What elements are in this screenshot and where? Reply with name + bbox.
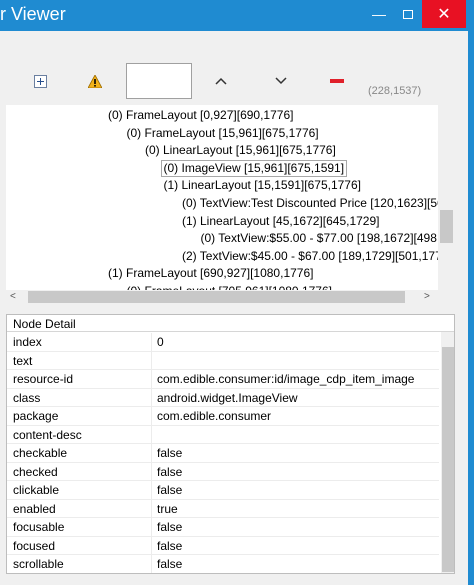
expand-all-button[interactable]: [28, 57, 52, 105]
column-divider: [151, 407, 152, 425]
property-key: index: [13, 335, 42, 349]
property-row[interactable]: content-desc: [7, 425, 439, 444]
column-divider: [151, 351, 152, 369]
property-row[interactable]: checkable false: [7, 444, 439, 463]
property-key: scrollable: [13, 557, 64, 571]
property-row[interactable]: index 0: [7, 333, 439, 352]
tree-vertical-scrollbar[interactable]: [438, 105, 455, 290]
search-field-wrap: [125, 57, 193, 105]
tree-node[interactable]: (1) LinearLayout [15,1591][675,1776]: [164, 177, 361, 194]
property-row[interactable]: package com.edible.consumer: [7, 407, 439, 426]
tree-node[interactable]: (0) LinearLayout [15,961][675,1776]: [145, 142, 336, 159]
tree-node[interactable]: (1) FrameLayout [690,927][1080,1776]: [108, 265, 313, 282]
tree-node[interactable]: (0) ImageView [15,961][675,1591]: [160, 159, 348, 177]
property-key: class: [13, 390, 41, 405]
property-row[interactable]: text: [7, 351, 439, 370]
tree-node[interactable]: (1) LinearLayout [45,1672][645,1729]: [182, 213, 379, 230]
close-button[interactable]: ✕: [422, 0, 466, 28]
property-key: enabled: [13, 501, 56, 516]
property-row[interactable]: enabled true: [7, 499, 439, 518]
close-icon: ✕: [437, 6, 451, 23]
property-value: android.widget.ImageView: [157, 390, 298, 405]
coordinates-readout: (228,1537): [368, 85, 422, 97]
warning-icon: [88, 74, 102, 88]
scroll-left-icon[interactable]: <: [10, 291, 16, 302]
column-divider: [151, 536, 152, 554]
property-value: false: [157, 520, 183, 534]
column-divider: [151, 370, 152, 388]
property-row[interactable]: focusable false: [7, 518, 439, 537]
property-value: 0: [157, 335, 164, 349]
property-key: checked: [13, 464, 58, 479]
maximize-button[interactable]: [394, 0, 422, 28]
property-row[interactable]: scrollable false: [7, 555, 439, 573]
clear-button[interactable]: [326, 57, 348, 105]
column-divider: [151, 555, 152, 573]
hierarchy-tree[interactable]: (0) FrameLayout [0,927][690,1776] (0) Fra…: [6, 105, 438, 290]
property-key: content-desc: [13, 427, 82, 442]
detail-vertical-scrollbar[interactable]: [441, 332, 454, 573]
property-row[interactable]: clickable false: [7, 481, 439, 500]
property-key: clickable: [13, 483, 60, 497]
property-value: false: [157, 446, 183, 460]
property-key: checkable: [13, 446, 68, 460]
property-value: false: [157, 538, 183, 553]
tree-node[interactable]: (0) TextView:Test Discounted Price [120,…: [182, 195, 438, 212]
column-divider: [151, 481, 152, 499]
column-divider: [151, 444, 152, 462]
scroll-right-icon[interactable]: >: [424, 291, 430, 302]
minimize-icon: —: [372, 6, 386, 22]
property-row[interactable]: class android.widget.ImageView: [7, 388, 439, 407]
chevron-up-icon: [215, 77, 227, 85]
window-title: r Viewer: [0, 4, 66, 24]
tree-horizontal-scrollbar[interactable]: < >: [6, 290, 438, 305]
property-row[interactable]: focused false: [7, 536, 439, 555]
property-value: false: [157, 464, 183, 479]
detail-divider: [7, 331, 454, 332]
column-divider: [151, 425, 152, 443]
previous-button[interactable]: [210, 57, 232, 105]
property-value: com.edible.consumer: [157, 409, 272, 423]
property-row[interactable]: resource-id com.edible.consumer:id/image_…: [7, 370, 439, 389]
column-divider: [151, 388, 152, 406]
property-key: focused: [13, 538, 56, 553]
tree-node[interactable]: (0) FrameLayout [15,961][675,1776]: [127, 125, 319, 142]
column-divider: [151, 499, 152, 517]
property-key: resource-id: [13, 372, 74, 386]
tree-node[interactable]: (0) FrameLayout [0,927][690,1776]: [108, 107, 293, 124]
column-divider: [151, 462, 152, 480]
tree-node[interactable]: (2) TextView:$45.00 - $67.00 [189,1729][…: [182, 248, 438, 265]
minus-icon: [330, 79, 344, 83]
warning-button[interactable]: [84, 57, 106, 105]
property-key: package: [13, 409, 59, 423]
tree-node[interactable]: (0) TextView:$55.00 - $77.00 [198,1672][…: [201, 230, 439, 247]
property-value: false: [157, 557, 183, 571]
minimize-button[interactable]: —: [364, 0, 394, 28]
detail-vertical-thumb[interactable]: [442, 347, 454, 572]
property-row[interactable]: checked false: [7, 462, 439, 481]
property-key: text: [13, 353, 33, 368]
property-value: com.edible.consumer:id/image_cdp_item_im…: [157, 372, 415, 386]
tree-vertical-thumb[interactable]: [440, 210, 453, 243]
property-value: true: [157, 501, 178, 516]
toolbar: (228,1537): [6, 57, 462, 105]
search-input[interactable]: [126, 63, 192, 99]
property-value: false: [157, 483, 183, 497]
next-button[interactable]: [270, 57, 292, 105]
chevron-down-icon: [275, 77, 287, 85]
column-divider: [151, 518, 152, 536]
title-bar: r Viewer — ✕: [0, 0, 474, 31]
column-divider: [151, 333, 152, 351]
node-detail-panel: Node Detail index 0 text resource-id com.edi…: [6, 314, 455, 574]
property-key: focusable: [13, 520, 65, 534]
panel-splitter[interactable]: [0, 306, 468, 314]
expand-all-icon: [33, 74, 47, 88]
node-detail-title: Node Detail: [13, 317, 76, 331]
tree-horizontal-thumb[interactable]: [28, 291, 405, 303]
maximize-icon: [403, 9, 413, 19]
tree-node[interactable]: (0) FrameLayout [705,961][1080,1776]: [127, 283, 332, 290]
